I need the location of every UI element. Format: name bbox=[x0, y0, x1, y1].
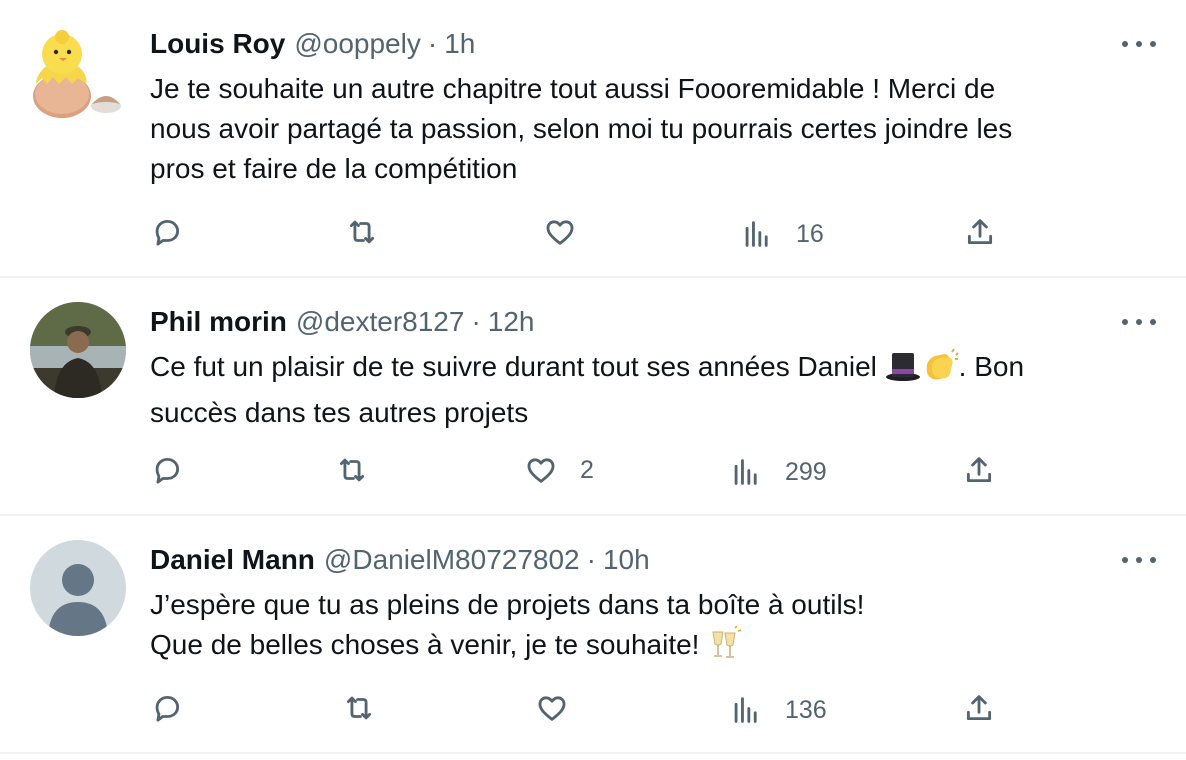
views-button[interactable]: 16 bbox=[740, 214, 824, 254]
retweet-icon bbox=[349, 220, 375, 244]
tweet-text: Je te souhaite un autre chapitre tout au… bbox=[150, 69, 1140, 189]
tweet-text-line: nous avoir partagé ta passion, selon moi… bbox=[150, 113, 1013, 144]
tweet-text-line: succès dans tes autres projets bbox=[150, 397, 529, 428]
man-by-lake-photo bbox=[30, 302, 126, 398]
reply-icon bbox=[155, 219, 180, 246]
more-dot bbox=[1150, 319, 1156, 325]
author-name[interactable]: Phil morin bbox=[150, 306, 287, 338]
views-button[interactable]: 136 bbox=[729, 690, 827, 730]
more-options-button[interactable] bbox=[1122, 550, 1156, 570]
author-handle[interactable]: @dexter8127 bbox=[296, 306, 465, 338]
retweet-button[interactable] bbox=[342, 688, 376, 728]
more-dot bbox=[1136, 41, 1142, 47]
analytics-icon bbox=[734, 459, 757, 485]
tweet-text-line: J’espère que tu as pleins de projets dan… bbox=[150, 589, 865, 620]
analytics-icon bbox=[745, 221, 768, 247]
author-name[interactable]: Daniel Mann bbox=[150, 544, 315, 576]
separator-dot: · bbox=[586, 544, 596, 575]
more-options-button[interactable] bbox=[1122, 312, 1156, 332]
more-dot bbox=[1150, 557, 1156, 563]
tweet-1[interactable]: Louis Roy @ooppely · 1h Je te souhaite u… bbox=[0, 0, 1186, 276]
tweet-text-segment: Que de belles choses à venir, je te souh… bbox=[150, 629, 708, 660]
author-name[interactable]: Louis Roy bbox=[150, 28, 285, 60]
share-icon bbox=[966, 695, 992, 721]
tweet-header: Phil morin @dexter8127 · 12h bbox=[150, 306, 535, 340]
avatar[interactable] bbox=[30, 302, 126, 398]
share-button[interactable] bbox=[962, 450, 996, 490]
share-icon bbox=[967, 219, 993, 245]
tweet-text-line: Je te souhaite un autre chapitre tout au… bbox=[150, 73, 996, 104]
heart-icon bbox=[527, 458, 555, 483]
like-button[interactable] bbox=[543, 212, 577, 252]
view-count: 16 bbox=[796, 219, 824, 248]
view-count: 136 bbox=[785, 695, 827, 724]
tweet-3[interactable]: Daniel Mann @DanielM80727802 · 10h J’esp… bbox=[0, 516, 1186, 752]
timestamp[interactable]: 1h bbox=[444, 28, 475, 60]
clinking-glasses-emoji bbox=[707, 625, 743, 671]
timestamp[interactable]: 12h bbox=[488, 306, 535, 338]
share-button[interactable] bbox=[962, 688, 996, 728]
tweet-text-line: Que de belles choses à venir, je te souh… bbox=[150, 625, 1140, 671]
tweet-text-segment: . Bon bbox=[958, 351, 1025, 382]
more-dot bbox=[1136, 557, 1142, 563]
tweet-header: Louis Roy @ooppely · 1h bbox=[150, 28, 475, 62]
like-button[interactable] bbox=[535, 688, 569, 728]
tweet-text: J’espère que tu as pleins de projets dan… bbox=[150, 585, 1140, 671]
reply-button[interactable] bbox=[150, 688, 184, 728]
reply-button[interactable] bbox=[150, 212, 184, 252]
like-count: 2 bbox=[580, 455, 594, 484]
more-options-button[interactable] bbox=[1122, 34, 1156, 54]
author-handle[interactable]: @DanielM80727802 bbox=[324, 544, 580, 576]
separator-dot: · bbox=[471, 306, 481, 337]
author-handle[interactable]: @ooppely bbox=[294, 28, 421, 60]
clapping-hands-emoji bbox=[921, 348, 959, 393]
tweet-text-segment: Ce fut un plaisir de te suivre durant to… bbox=[150, 351, 885, 382]
views-button[interactable]: 299 bbox=[729, 452, 827, 492]
more-dot bbox=[1150, 41, 1156, 47]
tweet-divider bbox=[0, 752, 1186, 754]
more-dot bbox=[1122, 41, 1128, 47]
retweet-icon bbox=[339, 458, 365, 482]
like-button[interactable]: 2 bbox=[524, 450, 594, 490]
view-count: 299 bbox=[785, 457, 827, 486]
retweet-button[interactable] bbox=[335, 450, 369, 490]
timestamp[interactable]: 10h bbox=[603, 544, 650, 576]
share-icon bbox=[966, 457, 992, 483]
chick-in-egg-icon bbox=[33, 30, 121, 118]
separator-dot: · bbox=[427, 28, 438, 59]
more-dot bbox=[1136, 319, 1142, 325]
retweet-button[interactable] bbox=[345, 212, 379, 252]
share-button[interactable] bbox=[963, 212, 997, 252]
reply-button[interactable] bbox=[150, 450, 184, 490]
avatar[interactable] bbox=[30, 24, 126, 120]
default-profile-icon bbox=[30, 540, 126, 636]
analytics-icon bbox=[734, 697, 757, 723]
retweet-icon bbox=[346, 696, 372, 720]
tweet-text-line: pros et faire de la compétition bbox=[150, 153, 518, 184]
reply-icon bbox=[155, 457, 180, 484]
heart-icon bbox=[546, 220, 574, 245]
tweet-header: Daniel Mann @DanielM80727802 · 10h bbox=[150, 544, 650, 578]
heart-icon bbox=[538, 696, 566, 721]
reply-icon bbox=[155, 695, 180, 722]
avatar[interactable] bbox=[30, 540, 126, 636]
tweet-2[interactable]: Phil morin @dexter8127 · 12h Ce fut un p… bbox=[0, 278, 1186, 514]
top-hat-emoji bbox=[885, 350, 921, 393]
more-dot bbox=[1122, 557, 1128, 563]
tweet-text-line: Ce fut un plaisir de te suivre durant to… bbox=[150, 347, 1140, 393]
tweet-text: Ce fut un plaisir de te suivre durant to… bbox=[150, 347, 1140, 433]
more-dot bbox=[1122, 319, 1128, 325]
